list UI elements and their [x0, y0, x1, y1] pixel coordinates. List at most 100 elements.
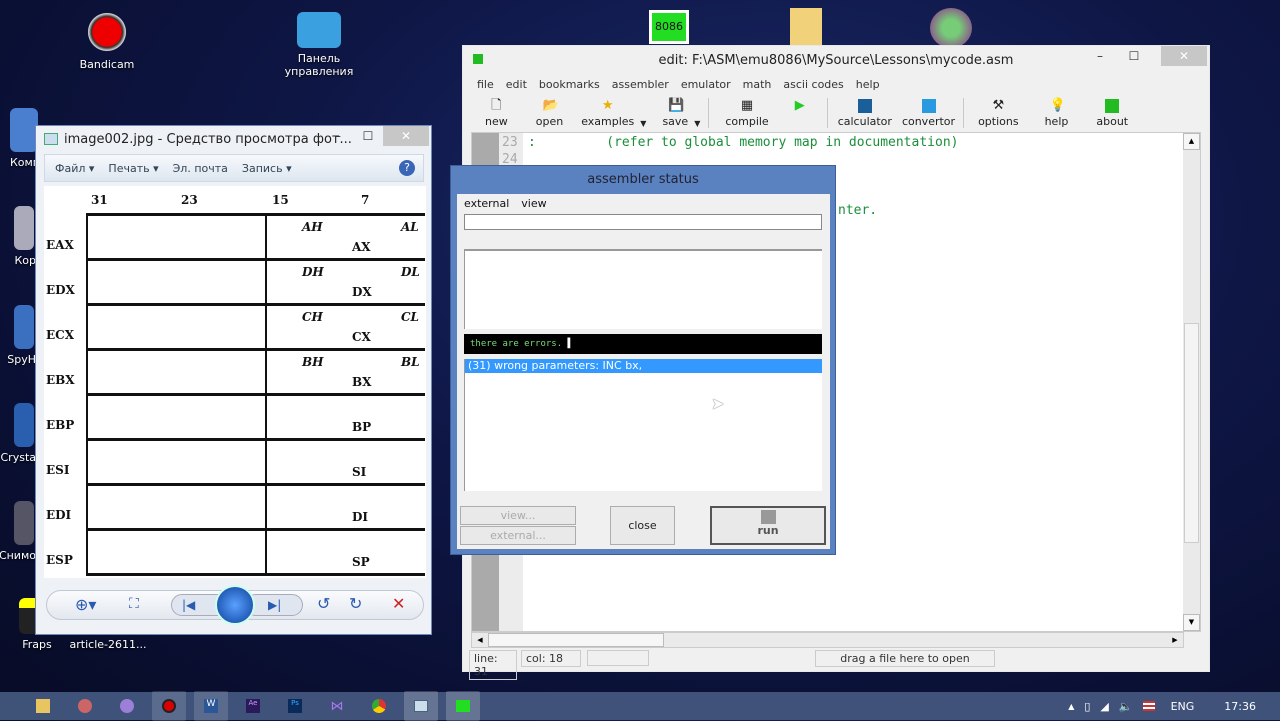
close-button[interactable]: ✕: [1161, 46, 1207, 66]
close-button[interactable]: close: [610, 506, 675, 545]
taskbar-explorer[interactable]: [26, 691, 60, 721]
desktop-icon-control-panel[interactable]: Панель управления: [273, 12, 365, 78]
desktop-icon-spyhunter[interactable]: SpyH: [0, 305, 36, 366]
taskbar-app[interactable]: [68, 691, 102, 721]
desktop-icon-snapshot[interactable]: Снимо: [0, 501, 36, 562]
taskbar-chrome[interactable]: [362, 691, 396, 721]
volume-icon[interactable]: 🔈: [1119, 700, 1133, 713]
external-button[interactable]: external...: [460, 526, 576, 545]
globe-desktop-icon[interactable]: [930, 8, 972, 48]
fit-window-icon[interactable]: ⛶: [129, 596, 139, 612]
open-button[interactable]: 📂 open: [530, 96, 569, 129]
close-button[interactable]: ✕: [383, 126, 429, 146]
vertical-scrollbar[interactable]: ▲ ▼: [1183, 133, 1200, 631]
scroll-thumb[interactable]: [1184, 323, 1199, 543]
taskbar-bandicam[interactable]: [152, 691, 186, 721]
error-list[interactable]: (31) wrong parameters: INC bx,: [464, 359, 822, 491]
assembler-status-dialog: assembler status external view there are …: [450, 165, 836, 555]
taskbar-after-effects[interactable]: Ae: [236, 691, 270, 721]
menu-file[interactable]: file: [477, 78, 494, 91]
save-button[interactable]: 💾 save: [656, 96, 694, 129]
examples-button[interactable]: ★ examples: [575, 96, 640, 129]
editor-toolbar: 🗋 new 📂 open ★ examples ▼ 💾 save ▼ ▦ compile …: [479, 96, 1134, 128]
menu-emulator[interactable]: emulator: [681, 78, 731, 91]
calculator-button[interactable]: calculator: [832, 96, 898, 128]
window-title: image002.jpg - Средство просмотра фот...: [64, 131, 352, 147]
desktop-icon-bandicam[interactable]: Bandicam: [62, 10, 152, 71]
menu-edit[interactable]: edit: [506, 78, 527, 91]
bit-label: 7: [361, 193, 370, 207]
emu8086-desktop-icon[interactable]: 8086: [649, 10, 689, 44]
new-button[interactable]: 🗋 new: [479, 96, 514, 129]
scroll-down-button[interactable]: ▼: [1183, 614, 1200, 631]
taskbar-emu8086[interactable]: [446, 691, 480, 721]
menu-help[interactable]: help: [856, 78, 880, 91]
visual-studio-icon: ⋈: [330, 698, 344, 714]
status-col: col: 18: [521, 650, 581, 667]
flag-icon[interactable]: [1142, 701, 1155, 711]
about-button[interactable]: about: [1090, 96, 1134, 128]
menu-external[interactable]: external: [464, 197, 509, 210]
scroll-up-button[interactable]: ▲: [1183, 133, 1200, 150]
scroll-thumb[interactable]: [488, 633, 664, 647]
language-indicator[interactable]: ENG: [1171, 700, 1195, 713]
menu-math[interactable]: math: [743, 78, 772, 91]
table-row-line: [86, 348, 425, 351]
menu-burn[interactable]: Запись ▾: [242, 162, 292, 175]
maximize-button[interactable]: ☐: [1119, 46, 1149, 66]
taskbar-photo-viewer[interactable]: [404, 691, 438, 721]
network-icon[interactable]: ◢: [1100, 700, 1108, 713]
path-field[interactable]: [464, 214, 822, 230]
error-item[interactable]: (31) wrong parameters: INC bx,: [465, 359, 822, 373]
emulate-button[interactable]: ▶: [787, 96, 813, 128]
register-high-byte: BH: [302, 355, 324, 369]
menu-assembler[interactable]: assembler: [612, 78, 669, 91]
scroll-right-button[interactable]: ▶: [1167, 633, 1183, 647]
save-dropdown[interactable]: ▼: [694, 104, 700, 128]
menu-file[interactable]: Файл ▾: [55, 162, 94, 175]
app-icon: [78, 699, 92, 713]
taskbar-photoshop[interactable]: Ps: [278, 691, 312, 721]
scroll-left-button[interactable]: ◀: [472, 633, 488, 647]
minimize-button[interactable]: –: [1085, 46, 1115, 66]
code-line: : (refer to global memory map in documen…: [528, 135, 959, 150]
slideshow-button[interactable]: [215, 585, 255, 625]
desktop-icon-crystal[interactable]: Crysta: [0, 403, 36, 464]
desktop-icon-recycle-bin[interactable]: Кор: [0, 206, 36, 267]
taskbar-word[interactable]: W: [194, 691, 228, 721]
menu-view[interactable]: view: [521, 197, 546, 210]
help-button[interactable]: 💡 help: [1039, 96, 1075, 129]
show-hidden-icons[interactable]: ▲: [1068, 702, 1074, 711]
register-name: ESI: [46, 463, 70, 477]
compile-button[interactable]: ▦ compile: [719, 96, 774, 129]
compile-icon: ▦: [740, 98, 754, 113]
folder-desktop-icon[interactable]: [790, 8, 822, 46]
register-high-byte: CH: [302, 310, 323, 324]
rotate-right-icon[interactable]: ↻: [349, 594, 362, 613]
horizontal-scrollbar[interactable]: ◀ ▶: [471, 632, 1184, 648]
convertor-button[interactable]: convertor: [898, 96, 959, 128]
menu-print[interactable]: Печать ▾: [108, 162, 158, 175]
delete-icon[interactable]: ✕: [392, 594, 405, 613]
table-row-line: [86, 573, 425, 576]
help-icon[interactable]: ?: [399, 160, 415, 176]
register-name: EDX: [46, 283, 75, 297]
rotate-left-icon[interactable]: ↺: [317, 594, 330, 613]
options-button[interactable]: ⚒ options: [972, 96, 1025, 129]
taskbar-viber[interactable]: [110, 691, 144, 721]
register-word: DI: [352, 510, 369, 524]
desktop-icon-computer[interactable]: Комп: [0, 108, 40, 169]
zoom-icon[interactable]: ⊕▾: [75, 595, 96, 614]
run-button[interactable]: run: [710, 506, 826, 545]
view-button[interactable]: view...: [460, 506, 576, 525]
maximize-button[interactable]: ☐: [353, 126, 383, 146]
minimize-button[interactable]: –: [323, 126, 353, 146]
menu-bookmarks[interactable]: bookmarks: [539, 78, 600, 91]
examples-dropdown[interactable]: ▼: [640, 104, 646, 128]
menu-email[interactable]: Эл. почта: [173, 162, 228, 175]
battery-icon[interactable]: ▯: [1084, 700, 1090, 713]
menu-ascii-codes[interactable]: ascii codes: [783, 78, 843, 91]
taskbar-visual-studio[interactable]: ⋈: [320, 691, 354, 721]
window-title: edit: F:\ASM\emu8086\MySource\Lessons\my…: [658, 52, 1014, 68]
clock[interactable]: 17:36: [1224, 700, 1256, 713]
